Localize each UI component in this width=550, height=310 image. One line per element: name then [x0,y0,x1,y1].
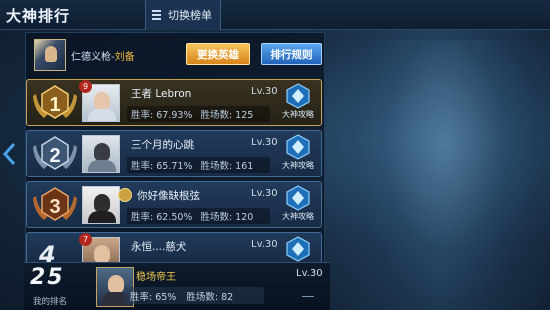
guide-emblem-icon [286,83,310,109]
my-name: 稳场帝王 [136,272,176,283]
guide-button-3[interactable]: 大神攻略 [276,184,320,226]
player-level-4: Lv.30 [251,239,278,250]
player-badge-1: 9 [79,80,92,93]
rank-row-3[interactable]: 3 你好像缺根弦 Lv.30 胜率: 62.50% 胜场数: 120 大神攻略 [26,181,322,228]
rank-row-1[interactable]: 1 9 王者 Lebron Lv.30 胜率: 67.93% 胜场数: 125 大… [26,79,322,126]
divider [302,296,314,297]
guide-button-1[interactable]: 大神攻略 [276,82,320,124]
player-name-4: 永恒....慈犬 [131,241,187,253]
player-stats-3: 胜率: 62.50% 胜场数: 120 [127,208,270,224]
guide-button-4[interactable] [276,235,320,263]
player-level-2: Lv.30 [251,137,278,148]
ranking-rules-button[interactable]: 排行规则 [261,43,322,65]
top-bar: 大神排行 切换榜单 [0,0,550,30]
chevron-left-icon[interactable] [2,142,18,166]
guide-emblem-icon [286,236,310,262]
my-rank-bar: 25 我的排名 稳场帝王 Lv.30 胜率: 65% 胜场数: 82 [24,262,330,310]
guide-emblem-icon [286,185,310,211]
user-hero-name: 仁德义枪-刘备 [71,52,135,63]
my-rank-number: 25 [30,265,65,290]
list-icon [152,10,161,20]
player-badge-4: 7 [79,233,92,246]
player-level-3: Lv.30 [251,188,278,199]
my-level: Lv.30 [296,268,323,279]
rank-badge-1: 1 [32,84,78,122]
player-name-1: 王者 Lebron [131,88,192,100]
current-hero-row: 仁德义枪-刘备 更换英雄 排行规则 [30,37,322,73]
player-stats-1: 胜率: 67.93% 胜场数: 125 [127,106,270,122]
change-hero-button[interactable]: 更换英雄 [186,43,250,65]
player-stats-2: 胜率: 65.71% 胜场数: 161 [127,157,270,173]
rank-number-2: 2 [49,145,60,167]
switch-list-label: 切换榜单 [168,9,212,22]
guide-emblem-icon [286,134,310,160]
honor-badge-icon [118,188,132,202]
guide-button-2[interactable]: 大神攻略 [276,133,320,175]
rank-number-1: 1 [49,94,60,116]
rank-number-4: 4 [39,241,56,264]
page-title: 大神排行 [6,7,71,25]
my-rank-label: 我的排名 [33,297,68,307]
switch-list-button[interactable]: 切换榜单 [145,0,221,30]
player-avatar-2[interactable] [82,135,120,173]
rank-row-4[interactable]: 4 7 永恒....慈犬 Lv.30 [26,232,322,264]
player-level-1: Lv.30 [251,86,278,97]
rank-row-2[interactable]: 2 三个月的心跳 Lv.30 胜率: 65.71% 胜场数: 161 大神攻略 [26,130,322,177]
rank-badge-2: 2 [32,135,78,173]
player-name-3: 你好像缺根弦 [137,190,200,202]
player-avatar-3[interactable] [82,186,120,224]
background-hero-art [360,40,530,300]
rank-badge-3: 3 [32,186,78,224]
player-name-2: 三个月的心跳 [131,139,194,151]
my-stats: 胜率: 65% 胜场数: 82 [124,287,264,304]
user-avatar[interactable] [34,39,66,71]
rank-number-3: 3 [49,196,60,218]
